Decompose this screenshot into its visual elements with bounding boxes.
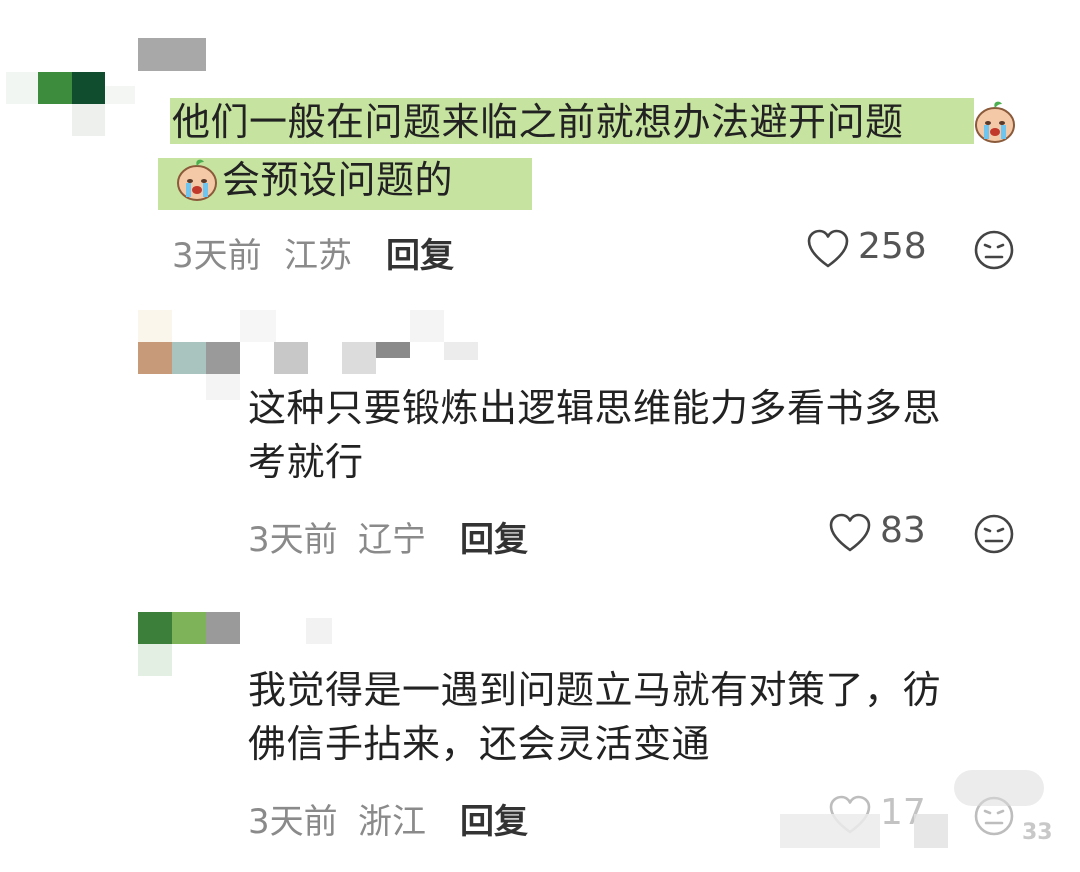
like-count: 83 bbox=[880, 510, 926, 551]
dislike-face-icon[interactable] bbox=[972, 512, 1016, 556]
comment-text-line: 他们一般在问题来临之前就想办法避开问题 bbox=[172, 100, 904, 144]
comment-text-line: 佛信手拈来，还会灵活变通 bbox=[248, 722, 711, 766]
heart-icon[interactable] bbox=[828, 512, 872, 554]
reply-button[interactable]: 回复 bbox=[460, 512, 528, 561]
dislike-face-icon[interactable] bbox=[972, 228, 1016, 272]
heart-icon[interactable] bbox=[806, 228, 850, 270]
username[interactable] bbox=[306, 618, 332, 644]
comment-text-line: 这种只要锻炼出逻辑思维能力多看书多思 bbox=[248, 386, 942, 430]
like-count: 258 bbox=[858, 226, 927, 267]
comment-location: 浙江 bbox=[358, 802, 426, 842]
reply-button[interactable]: 回复 bbox=[460, 794, 528, 843]
reply-button[interactable]: 回复 bbox=[386, 228, 454, 277]
crying-sprout-emoji-icon bbox=[177, 159, 217, 201]
username[interactable] bbox=[138, 38, 206, 71]
comment-location: 江苏 bbox=[284, 236, 352, 276]
comment-text-line: 我觉得是一遇到问题立马就有对策了，彷 bbox=[248, 668, 942, 712]
watermark-number: 33 bbox=[1022, 820, 1053, 845]
comment-location: 辽宁 bbox=[358, 520, 426, 560]
comment-time: 3天前 bbox=[248, 520, 338, 560]
comment-time: 3天前 bbox=[172, 236, 262, 276]
comment-text-line: 会预设问题的 bbox=[222, 158, 454, 202]
comment-time: 3天前 bbox=[248, 802, 338, 842]
comment-text-line: 考就行 bbox=[248, 440, 364, 484]
crying-sprout-emoji-icon bbox=[975, 101, 1015, 143]
